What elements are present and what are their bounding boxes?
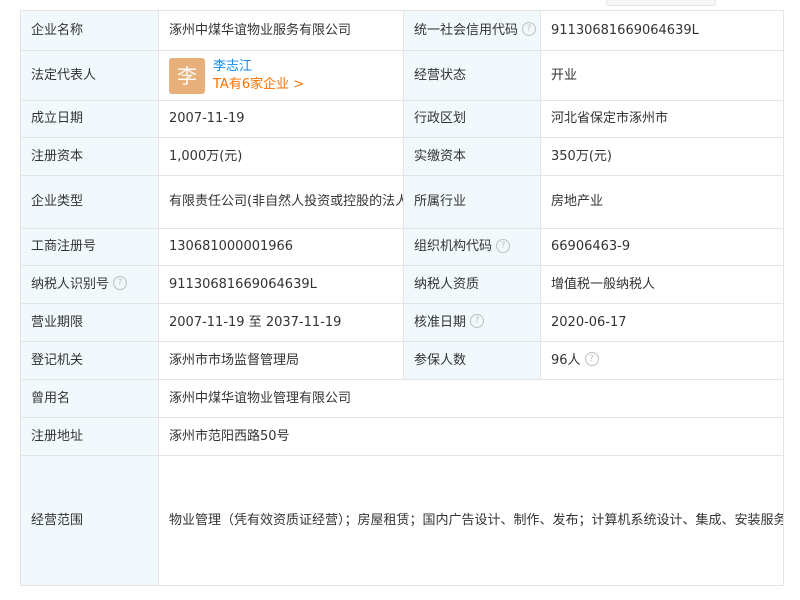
help-icon[interactable]: ?	[113, 276, 128, 290]
region-label: 行政区划	[403, 100, 541, 138]
insured-value-cell: 96人?	[540, 341, 784, 380]
approval-date-label: 核准日期	[414, 314, 467, 330]
table-row: 成立日期 2007-11-19 行政区划 河北省保定市涿州市	[20, 100, 784, 138]
table-row: 登记机关 涿州市市场监督管理局 参保人数 96人?	[20, 341, 784, 380]
status-value: 开业	[540, 50, 784, 101]
authority-value: 涿州市市场监督管理局	[158, 341, 404, 380]
credit-code-value: 91130681669064639L	[540, 10, 784, 51]
insured-label: 参保人数	[403, 341, 541, 380]
biz-reg-no-value: 130681000001966	[158, 228, 404, 266]
company-info-table: 企业名称 涿州中煤华谊物业服务有限公司 统一社会信用代码? 9113068166…	[20, 10, 784, 586]
term-value: 2007-11-19 至 2037-11-19	[158, 303, 404, 342]
address-value: 涿州市范阳西路50号	[158, 417, 784, 456]
table-row: 曾用名 涿州中煤华谊物业管理有限公司	[20, 379, 784, 418]
scope-value: 物业管理（凭有效资质证经营）；房屋租赁；国内广告设计、制作、发布；计算机系统设计…	[158, 455, 784, 586]
paid-capital-value: 350万(元)	[540, 137, 784, 176]
reg-capital-value: 1,000万(元)	[158, 137, 404, 176]
scope-label: 经营范围	[20, 455, 159, 586]
table-row: 企业类型 有限责任公司(非自然人投资或控股的法人独资) 所属行业 房地产业	[20, 175, 784, 229]
table-row: 注册地址 涿州市范阳西路50号	[20, 417, 784, 456]
avatar[interactable]: 李	[169, 57, 205, 94]
credit-code-label-cell: 统一社会信用代码?	[403, 10, 541, 51]
credit-code-label: 统一社会信用代码	[414, 22, 519, 38]
help-icon[interactable]: ?	[584, 352, 599, 366]
region-value: 河北省保定市涿州市	[540, 100, 784, 138]
address-label: 注册地址	[20, 417, 159, 456]
help-icon[interactable]: ?	[470, 314, 485, 328]
top-partial-button[interactable]	[606, 0, 716, 6]
org-code-label: 组织机构代码	[414, 239, 493, 254]
taxpayer-id-label: 纳税人识别号	[31, 276, 110, 292]
industry-value: 房地产业	[540, 175, 784, 229]
table-row: 法定代表人 李李志江 TA有6家企业 > 经营状态 开业	[20, 50, 784, 101]
table-row: 经营范围 物业管理（凭有效资质证经营）；房屋租赁；国内广告设计、制作、发布；计算…	[20, 455, 784, 586]
biz-reg-no-label: 工商注册号	[20, 228, 159, 266]
authority-label: 登记机关	[20, 341, 159, 380]
former-name-value: 涿州中煤华谊物业管理有限公司	[158, 379, 784, 418]
table-row: 注册资本 1,000万(元) 实缴资本 350万(元)	[20, 137, 784, 176]
taxpayer-id-label-cell: 纳税人识别号?	[20, 265, 159, 304]
taxpayer-qual-label: 纳税人资质	[403, 265, 541, 304]
help-icon[interactable]: ?	[496, 238, 511, 253]
org-code-label-cell: 组织机构代码?	[403, 228, 541, 266]
table-row: 企业名称 涿州中煤华谊物业服务有限公司 统一社会信用代码? 9113068166…	[20, 10, 784, 51]
status-label: 经营状态	[403, 50, 541, 101]
table-row: 营业期限 2007-11-19 至 2037-11-19 核准日期? 2020-…	[20, 303, 784, 342]
insured-value: 96人	[551, 352, 581, 368]
taxpayer-id-value: 91130681669064639L	[158, 265, 404, 304]
legal-rep-name-link[interactable]: 李志江	[213, 58, 304, 76]
company-type-value: 有限责任公司(非自然人投资或控股的法人独资)	[158, 175, 404, 229]
reg-capital-label: 注册资本	[20, 137, 159, 176]
table-row: 纳税人识别号? 91130681669064639L 纳税人资质 增值税一般纳税…	[20, 265, 784, 304]
related-companies-link[interactable]: TA有6家企业 >	[213, 76, 304, 94]
paid-capital-label: 实缴资本	[403, 137, 541, 176]
org-code-value: 66906463-9	[540, 228, 784, 266]
founded-value: 2007-11-19	[158, 100, 404, 138]
company-name-label: 企业名称	[20, 10, 159, 51]
legal-rep-person: 李志江 TA有6家企业 >	[213, 58, 304, 94]
help-icon[interactable]: ?	[522, 22, 537, 36]
taxpayer-qual-value: 增值税一般纳税人	[540, 265, 784, 304]
founded-label: 成立日期	[20, 100, 159, 138]
table-row: 工商注册号 130681000001966 组织机构代码? 66906463-9	[20, 228, 784, 266]
company-name-value: 涿州中煤华谊物业服务有限公司	[158, 10, 404, 51]
term-label: 营业期限	[20, 303, 159, 342]
approval-date-label-cell: 核准日期?	[403, 303, 541, 342]
industry-label: 所属行业	[403, 175, 541, 229]
legal-rep-label: 法定代表人	[20, 50, 159, 101]
company-type-label: 企业类型	[20, 175, 159, 229]
approval-date-value: 2020-06-17	[540, 303, 784, 342]
legal-rep-cell: 李李志江 TA有6家企业 >	[158, 50, 404, 101]
former-name-label: 曾用名	[20, 379, 159, 418]
